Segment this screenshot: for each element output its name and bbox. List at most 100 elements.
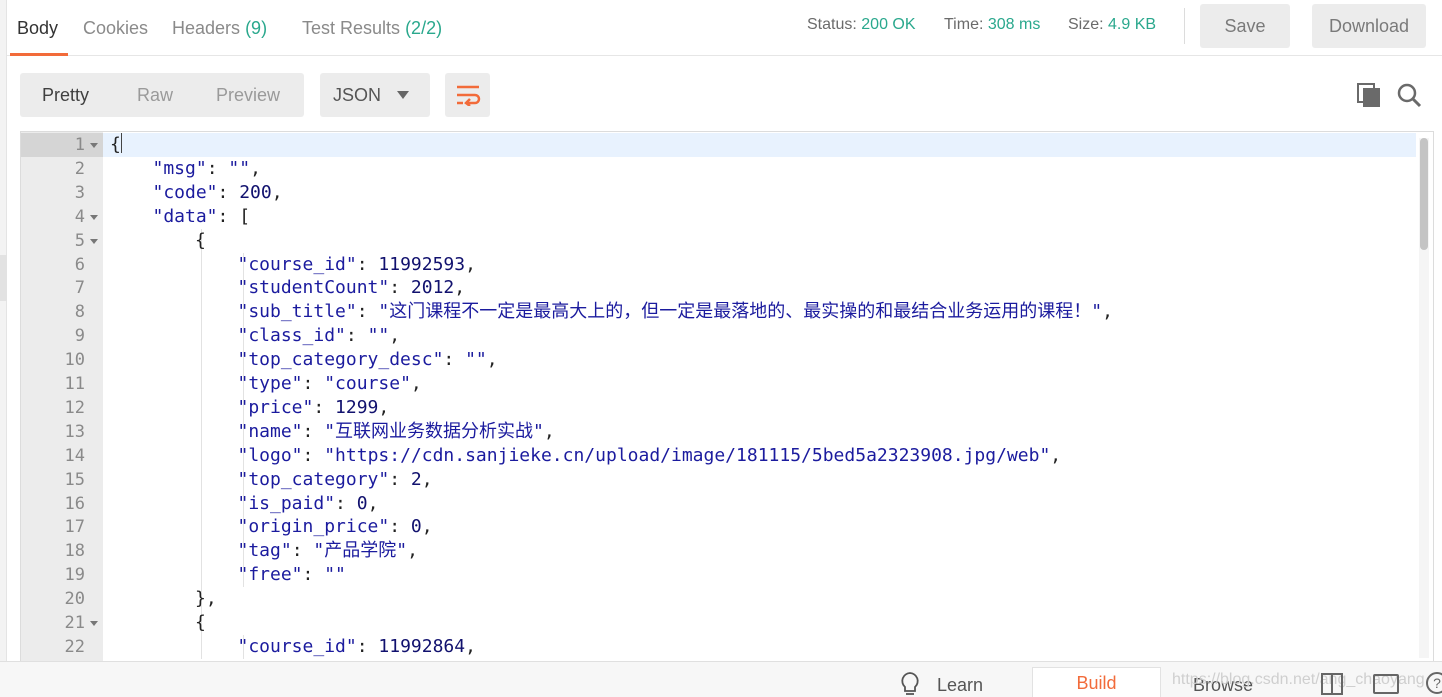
json-punctuation: , bbox=[378, 396, 390, 418]
tab-cookies[interactable]: Cookies bbox=[83, 18, 148, 56]
build-tab[interactable]: Build bbox=[1032, 667, 1161, 697]
json-punctuation: , bbox=[250, 157, 261, 179]
active-tab-indicator bbox=[10, 53, 69, 56]
tab-test-results[interactable]: Test Results (2/2) bbox=[302, 18, 442, 56]
code-text: "top_category": 2, bbox=[238, 468, 433, 492]
line-number: 22 bbox=[64, 636, 85, 657]
json-punctuation: }, bbox=[195, 588, 217, 610]
json-number: 0 bbox=[356, 492, 368, 514]
line-number: 2 bbox=[74, 158, 85, 179]
tab-headers[interactable]: Headers (9) bbox=[172, 18, 267, 56]
code-text: { bbox=[195, 229, 206, 253]
json-punctuation: : bbox=[335, 492, 357, 514]
json-key: "class_id" bbox=[237, 325, 346, 347]
tab-body[interactable]: Body bbox=[10, 18, 69, 56]
response-body-editor[interactable]: 1{2 "msg": "", 3 "code": 200, 4 "data": [5{6 "… bbox=[20, 131, 1434, 661]
line-number: 3 bbox=[74, 182, 85, 203]
json-key: "is_paid" bbox=[237, 492, 336, 514]
panel-resize-handle[interactable] bbox=[0, 255, 7, 301]
json-punctuation: { bbox=[110, 134, 121, 155]
wrap-lines-icon bbox=[456, 85, 480, 106]
keyboard-icon[interactable] bbox=[1373, 674, 1399, 694]
help-icon[interactable]: ? bbox=[1426, 672, 1442, 694]
line-number: 11 bbox=[64, 374, 85, 394]
copy-icon[interactable] bbox=[1356, 82, 1382, 108]
line-number: 10 bbox=[64, 350, 85, 371]
toolbar-divider bbox=[1184, 8, 1185, 44]
json-punctuation: : bbox=[443, 349, 466, 371]
tab-test-results-count: (2/2) bbox=[405, 18, 443, 38]
json-string: "产品学院" bbox=[313, 540, 408, 562]
line-number: 19 bbox=[64, 565, 85, 586]
code-text: "studentCount": 2012, bbox=[238, 276, 466, 300]
search-icon[interactable] bbox=[1396, 82, 1422, 108]
editor-scrollbar[interactable] bbox=[1419, 138, 1429, 658]
save-button[interactable]: Save bbox=[1200, 4, 1290, 48]
json-number: 2012 bbox=[410, 277, 455, 299]
fold-toggle-icon[interactable] bbox=[90, 143, 98, 148]
left-panel-edge bbox=[0, 0, 7, 661]
scrollbar-thumb[interactable] bbox=[1420, 138, 1428, 250]
fold-toggle-icon[interactable] bbox=[90, 621, 98, 626]
indent-guide bbox=[200, 372, 202, 396]
line-number: 9 bbox=[74, 326, 85, 347]
code-text: "type": "course", bbox=[238, 372, 422, 396]
code-line: 5{ bbox=[21, 228, 1416, 253]
wrap-lines-button[interactable] bbox=[445, 73, 490, 117]
code-line: 3 "code": 200, bbox=[21, 181, 1416, 205]
status-value: 200 OK bbox=[861, 16, 916, 33]
code-line: 17 "origin_price": 0, bbox=[21, 515, 1416, 540]
tab-test-results-label: Test Results bbox=[302, 18, 401, 38]
json-number: 11992593 bbox=[378, 253, 466, 275]
format-select[interactable]: JSON bbox=[320, 73, 430, 117]
view-preview[interactable]: Preview bbox=[216, 85, 280, 106]
json-string: "互联网业务数据分析实战" bbox=[324, 420, 544, 442]
lightbulb-icon[interactable] bbox=[899, 671, 921, 697]
code-text: "class_id": "", bbox=[238, 324, 401, 348]
code-text: "course_id": 11992864, bbox=[238, 635, 476, 659]
json-punctuation: : bbox=[389, 468, 411, 490]
chevron-down-icon bbox=[397, 91, 409, 99]
json-number: 1299 bbox=[335, 396, 379, 418]
learn-tab[interactable]: Learn bbox=[937, 675, 983, 696]
download-button[interactable]: Download bbox=[1312, 4, 1426, 48]
code-text: "origin_price": 0, bbox=[238, 515, 433, 539]
line-number: 13 bbox=[64, 421, 85, 442]
json-number: 2 bbox=[410, 468, 422, 490]
fold-toggle-icon[interactable] bbox=[90, 214, 98, 220]
line-number: 14 bbox=[64, 445, 85, 466]
code-text: "msg": "", bbox=[153, 157, 261, 181]
status-bar: Learn Build Browse https://blog.csdn.net… bbox=[0, 661, 1442, 697]
code-line: 6 "course_id": 11992593, bbox=[21, 252, 1416, 277]
view-raw[interactable]: Raw bbox=[137, 85, 173, 106]
line-number: 12 bbox=[64, 397, 85, 418]
size-label: Size: bbox=[1068, 16, 1104, 33]
code-line: 2 "msg": "", bbox=[21, 157, 1416, 181]
view-mode-toggle: Pretty Raw Preview bbox=[20, 73, 304, 117]
fold-toggle-icon[interactable] bbox=[90, 238, 98, 244]
json-key: "course_id" bbox=[237, 253, 357, 275]
code-line: 7 "studentCount": 2012, bbox=[21, 276, 1416, 301]
indent-guide bbox=[200, 491, 202, 516]
code-text: { bbox=[110, 133, 122, 157]
line-number: 8 bbox=[74, 302, 85, 323]
view-pretty[interactable]: Pretty bbox=[42, 85, 89, 106]
line-number: 18 bbox=[64, 541, 85, 562]
json-key: "tag" bbox=[237, 540, 292, 562]
json-number: 200 bbox=[239, 181, 272, 203]
json-key: "price" bbox=[237, 396, 314, 418]
size-value: 4.9 KB bbox=[1108, 16, 1157, 33]
json-string: "course" bbox=[324, 373, 411, 394]
code-text: "tag": "产品学院", bbox=[238, 539, 418, 563]
json-punctuation: { bbox=[195, 612, 206, 633]
json-key: "code" bbox=[152, 181, 218, 203]
code-line: 15 "top_category": 2, bbox=[21, 467, 1416, 492]
json-punctuation: , bbox=[543, 420, 555, 442]
status-info: Status: 200 OK bbox=[807, 16, 916, 34]
line-number: 17 bbox=[64, 517, 85, 538]
code-line: 4 "data": [ bbox=[21, 205, 1416, 229]
text-cursor bbox=[120, 133, 122, 153]
two-pane-layout-icon[interactable] bbox=[1321, 673, 1343, 695]
code-text: "course_id": 11992593, bbox=[238, 253, 476, 277]
json-punctuation: { bbox=[195, 229, 206, 251]
